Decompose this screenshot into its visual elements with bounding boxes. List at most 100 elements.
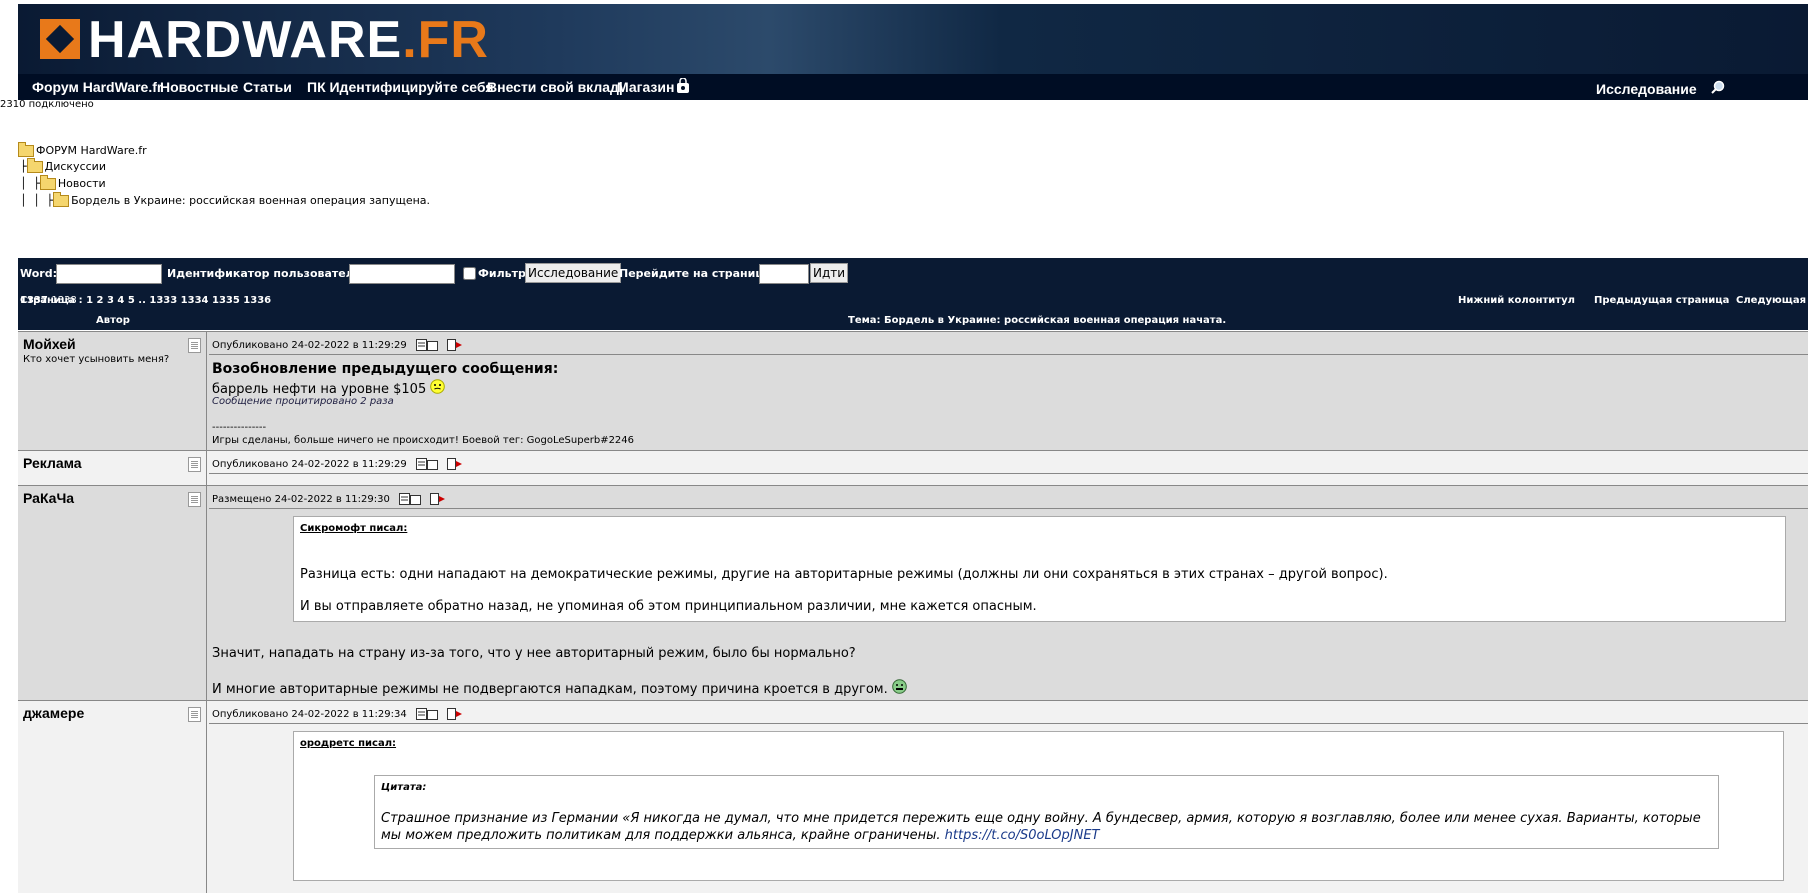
top-nav: Форум HardWare.fr Новостные Статьи ПК Ид… xyxy=(18,74,1808,100)
post-divider xyxy=(209,473,1808,474)
post-date: Размещено 24-02-2022 в 11:29:30 xyxy=(212,493,446,505)
table-header: Автор Тема: Бордель в Украине: российска… xyxy=(18,312,1808,330)
user-id-label: Идентификатор пользователя: xyxy=(167,267,366,280)
post-text: Значит, нападать на страну из-за того, ч… xyxy=(212,646,856,661)
nav-search[interactable]: Исследование xyxy=(1596,76,1697,102)
author-name[interactable]: Мойхей xyxy=(23,336,76,352)
tweet-link[interactable]: https://t.co/S0oLOpJNET xyxy=(945,828,1100,843)
post: джамере Опубликовано 24-02-2022 в 11:29:… xyxy=(18,700,1808,893)
tree-connector: │ │ ├ xyxy=(20,194,54,207)
author-cell: джамере xyxy=(18,701,207,893)
post-divider xyxy=(209,508,1808,509)
nav-shop[interactable]: Магазин xyxy=(617,74,674,100)
filter-label: Фильтр xyxy=(478,267,526,280)
quote-author[interactable]: ородретс писал: xyxy=(300,738,396,749)
quote-block: Сикромофт писал: Разница есть: одни напа… xyxy=(293,516,1786,622)
hardware-logo-icon[interactable] xyxy=(40,19,80,59)
nested-quote-text: мы можем предложить политикам для поддер… xyxy=(381,828,1100,843)
emoji-icon xyxy=(892,679,907,694)
post-content: Опубликовано 24-02-2022 в 11:29:34 ородр… xyxy=(207,701,1808,893)
shop-bag-icon[interactable] xyxy=(676,78,690,94)
quote-paragraph: И вы отправляете обратно назад, не упоми… xyxy=(300,599,1037,614)
author-column-header: Автор xyxy=(96,315,130,326)
folder-icon xyxy=(53,192,70,207)
multi-quote-icon[interactable] xyxy=(447,458,463,470)
nav-login[interactable]: ПК Идентифицируйте себя xyxy=(307,74,494,100)
smiley-icon xyxy=(430,379,446,394)
tree-connector: ├ xyxy=(20,160,27,173)
word-label: Word: xyxy=(20,267,57,280)
quote-reply-icon[interactable] xyxy=(415,339,438,351)
profile-card-icon[interactable] xyxy=(188,338,201,353)
nested-quote-text: Страшное признание из Германии «Я никогд… xyxy=(381,811,1701,826)
next-page-link[interactable]: Следующая xyxy=(1736,290,1806,312)
nested-quote-label: Цитата: xyxy=(381,782,427,793)
post-date: Опубликовано 24-02-2022 в 11:29:34 xyxy=(212,708,463,720)
user-id-input[interactable] xyxy=(349,264,455,284)
nested-quote-block: Цитата: Страшное признание из Германии «… xyxy=(374,775,1719,849)
connected-count: 2310 подключено xyxy=(0,99,94,110)
page-list[interactable]: Страница : 1 2 3 4 5 .. 1333 1334 1335 1… xyxy=(20,290,271,312)
folder-icon xyxy=(18,142,34,157)
author-name: Реклама xyxy=(23,455,82,471)
profile-card-icon[interactable] xyxy=(188,457,201,472)
breadcrumb-discussions[interactable]: ├ Дискуссии xyxy=(20,158,106,174)
quoted-count[interactable]: Сообщение процитировано 2 раза xyxy=(212,396,394,407)
tree-connector: │ ├ xyxy=(20,177,40,190)
signature: Игры сделаны, больше ничего не происходи… xyxy=(212,435,635,446)
post-content: Опубликовано 24-02-2022 в 11:29:29 xyxy=(207,451,1808,485)
footer-link[interactable]: Нижний колонтитул xyxy=(1458,290,1575,312)
author-name[interactable]: джамере xyxy=(23,705,84,721)
nav-articles[interactable]: Статьи xyxy=(243,74,292,100)
profile-card-icon[interactable] xyxy=(188,492,201,507)
word-input[interactable] xyxy=(56,264,162,284)
quote-title: Возобновление предыдущего сообщения: xyxy=(212,361,559,377)
goto-page-input[interactable] xyxy=(759,264,809,284)
site-logo[interactable]: HARDWARE.FR xyxy=(88,8,489,72)
author-name[interactable]: РаКаЧа xyxy=(23,490,74,506)
breadcrumb-root[interactable]: ФОРУМ HardWare.fr xyxy=(18,142,147,158)
author-subtitle: Кто хочет усыновить меня? xyxy=(23,354,170,365)
post-divider xyxy=(209,354,1808,355)
prev-page-link[interactable]: Предыдущая страница xyxy=(1594,290,1729,312)
nav-contribute[interactable]: Внести свой вклад| xyxy=(487,74,623,100)
quote-reply-icon[interactable] xyxy=(415,708,438,720)
quote-reply-icon[interactable] xyxy=(415,458,438,470)
post-date: Опубликовано 24-02-2022 в 11:29:29 xyxy=(212,458,463,470)
multi-quote-icon[interactable] xyxy=(447,708,463,720)
post: Реклама Опубликовано 24-02-2022 в 11:29:… xyxy=(18,450,1808,485)
topic-search-bar: Word: Идентификатор пользователя: Фильтр… xyxy=(18,258,1808,290)
quote-reply-icon[interactable] xyxy=(399,493,422,505)
nav-news[interactable]: Новостные xyxy=(160,74,238,100)
author-cell: Реклама xyxy=(18,451,207,485)
post-text: баррель нефти на уровне $105 xyxy=(212,379,446,397)
breadcrumb-news[interactable]: │ ├ Новости xyxy=(20,175,106,191)
folder-icon xyxy=(26,158,43,173)
quote-block: ородретс писал: Цитата: Страшное признан… xyxy=(293,731,1784,881)
post: Мойхей Кто хочет усыновить меня? Опублик… xyxy=(18,331,1808,450)
filter-checkbox[interactable] xyxy=(463,267,476,280)
multi-quote-icon[interactable] xyxy=(430,493,446,505)
post-divider xyxy=(209,723,1808,724)
author-cell: РаКаЧа xyxy=(18,486,207,700)
author-cell: Мойхей Кто хочет усыновить меня? xyxy=(18,332,207,450)
search-button[interactable]: Исследование xyxy=(525,263,622,283)
pagination-bar: Страница : 1 2 3 4 5 .. 1333 1334 1335 1… xyxy=(18,290,1808,312)
goto-page-label: Перейдите на страницу: xyxy=(619,267,776,280)
post-text: И многие авторитарные режимы не подверга… xyxy=(212,679,907,697)
post-date: Опубликовано 24-02-2022 в 11:29:29 xyxy=(212,339,463,351)
post-content: Опубликовано 24-02-2022 в 11:29:29 Возоб… xyxy=(207,332,1808,450)
topic-title: Тема: Бордель в Украине: российская воен… xyxy=(848,315,1227,326)
nav-forum[interactable]: Форум HardWare.fr xyxy=(32,74,162,100)
breadcrumb-topic[interactable]: │ │ ├ Бордель в Украине: российская военн… xyxy=(20,192,430,208)
multi-quote-icon[interactable] xyxy=(447,339,463,351)
quote-author[interactable]: Сикромофт писал: xyxy=(300,523,407,534)
go-button[interactable]: Идти xyxy=(810,263,849,283)
folder-icon xyxy=(39,175,56,190)
profile-card-icon[interactable] xyxy=(188,707,201,722)
signature-separator: --------------- xyxy=(212,422,267,433)
quote-paragraph: Разница есть: одни нападают на демократи… xyxy=(300,567,1388,582)
search-icon[interactable] xyxy=(1711,80,1725,94)
site-banner: HARDWARE.FR xyxy=(18,4,1808,74)
post-content: Размещено 24-02-2022 в 11:29:30 Сикромоф… xyxy=(207,486,1808,700)
